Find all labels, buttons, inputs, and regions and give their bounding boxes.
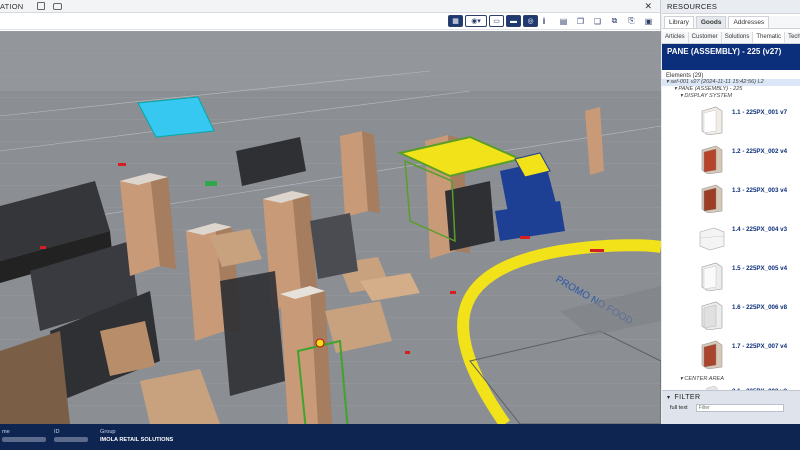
screen-button[interactable]: ▬ xyxy=(506,15,521,27)
list-item[interactable]: 1.5 - 225PX_005 v4 xyxy=(662,256,800,295)
product-name: 1.5 - 225PX_005 v4 xyxy=(732,265,788,272)
subtab-thematic[interactable]: Thematic xyxy=(753,32,786,43)
rectangle-button[interactable]: ▭ xyxy=(489,15,504,27)
subtab-customer[interactable]: Customer xyxy=(689,32,722,43)
tab-library[interactable]: Library xyxy=(664,16,694,28)
element-tree: ▾ sef-001 v27 (2024-11-11 15:42:56) L2 ▾… xyxy=(662,79,800,100)
shelf-thumbnail xyxy=(701,106,723,135)
status-name-label: me xyxy=(2,429,10,435)
product-name: 1.6 - 225PX_006 v8 xyxy=(732,304,788,311)
display-column[interactable] xyxy=(120,173,176,276)
document-icon[interactable] xyxy=(37,2,46,10)
tree-group-label: CENTER AREA xyxy=(684,376,724,382)
shelf-thumbnail xyxy=(701,340,723,369)
viewport-pane: ATION ✕ ▦ ◉▾ ▭ ▬ ◎ i ▤ ❐ ❏ ⧉ ⎘ ▣ PROMO N… xyxy=(0,0,661,424)
tree-node[interactable]: ▾ PANE (ASSEMBLY) - 225 xyxy=(662,86,800,93)
resources-tabs: Library Goods Addresses xyxy=(662,16,800,29)
viewport-titlebar: ATION ✕ xyxy=(0,0,660,13)
shelf-thumbnail xyxy=(701,301,723,330)
goods-sub-tabs: Articles Customer Solutions Thematic Tec… xyxy=(662,32,800,44)
filter-row: full text xyxy=(662,404,800,412)
delete-icon[interactable]: ▣ xyxy=(641,15,656,27)
status-group-label: Group xyxy=(100,429,116,435)
list-item[interactable]: 1.1 - 225PX_001 v7 xyxy=(662,100,800,139)
tree-group-label: DISPLAY SYSTEM xyxy=(684,93,733,99)
display-column[interactable] xyxy=(340,131,380,217)
chevron-down-icon[interactable]: ▾ xyxy=(667,395,670,401)
product-name: 1.3 - 225PX_003 v4 xyxy=(732,187,788,194)
tree-node-label: PANE (ASSEMBLY) - 225 xyxy=(678,86,743,92)
tree-root-label: sef-001 v27 (2024-11-11 15:42:56) L2 xyxy=(670,79,764,85)
resources-title: RESOURCES xyxy=(662,0,800,14)
scene-canvas[interactable]: PROMO NO FOOD xyxy=(0,31,661,424)
elements-count: Elements (29) xyxy=(666,73,704,79)
product-name: 1.2 - 225PX_002 v4 xyxy=(732,148,788,155)
filter-panel: ▾ FILTER full text xyxy=(662,390,800,424)
info-button[interactable]: i xyxy=(540,15,548,27)
tree-group-display-system[interactable]: ▾ DISPLAY SYSTEM xyxy=(662,93,800,100)
redacted-value xyxy=(2,437,46,442)
product-name: 1.1 - 225PX_001 v7 xyxy=(732,109,788,116)
store-3d-scene[interactable]: PROMO NO FOOD xyxy=(0,31,661,424)
tab-addresses[interactable]: Addresses xyxy=(728,16,770,28)
filter-title: FILTER xyxy=(674,394,701,401)
product-name: 1.4 - 225PX_004 v3 xyxy=(732,226,788,233)
status-bar: me ID Group IMOLA RETAIL SOLUTIONS xyxy=(0,424,800,450)
status-id: ID xyxy=(54,429,88,444)
list-item[interactable]: 1.6 - 225PX_006 v8 xyxy=(662,295,800,334)
list-item[interactable]: 1.7 - 225PX_007 v4 xyxy=(662,334,800,373)
duplicate-icon[interactable]: ⧉ xyxy=(607,15,622,27)
close-icon[interactable]: ✕ xyxy=(644,1,652,12)
grid-icon[interactable]: ▤ xyxy=(556,15,571,27)
status-group-value: IMOLA RETAIL SOLUTIONS xyxy=(100,437,174,443)
camera-icon[interactable] xyxy=(53,2,63,10)
assembly-title: PANE (ASSEMBLY) - 225 (v27) xyxy=(662,44,800,70)
filter-input[interactable] xyxy=(695,404,784,412)
filter-header[interactable]: ▾ FILTER xyxy=(662,391,800,404)
app-window: ATION ✕ ▦ ◉▾ ▭ ▬ ◎ i ▤ ❐ ❏ ⧉ ⎘ ▣ PROMO N… xyxy=(0,0,800,450)
status-group: Group IMOLA RETAIL SOLUTIONS xyxy=(100,429,173,443)
list-item[interactable]: 1.2 - 225PX_002 v4 xyxy=(662,139,800,178)
eye-view-button[interactable]: ◉▾ xyxy=(465,15,487,27)
display-column[interactable] xyxy=(280,286,332,424)
subtab-solutions[interactable]: Solutions xyxy=(722,32,754,43)
tab-goods[interactable]: Goods xyxy=(695,16,727,28)
layout-view-button[interactable]: ▦ xyxy=(448,15,463,27)
shelf-thumbnail xyxy=(699,227,725,250)
copy-icon[interactable]: ❐ xyxy=(573,15,588,27)
full-text-label: full text xyxy=(670,405,688,411)
list-item[interactable]: 1.3 - 225PX_003 v4 xyxy=(662,178,800,217)
snapshot-button[interactable]: ◎ xyxy=(523,15,538,27)
subtab-tech[interactable]: Tech xyxy=(785,32,800,43)
shelf-thumbnail xyxy=(701,184,723,213)
status-id-label: ID xyxy=(54,429,60,435)
export-icon[interactable]: ⎘ xyxy=(624,15,639,27)
product-name: 1.7 - 225PX_007 v4 xyxy=(732,343,788,350)
tree-root[interactable]: ▾ sef-001 v27 (2024-11-11 15:42:56) L2 xyxy=(662,79,800,86)
resources-panel: RESOURCES Library Goods Addresses Articl… xyxy=(662,0,800,424)
shelf-thumbnail xyxy=(701,145,723,174)
viewport-toolbar: ▦ ◉▾ ▭ ▬ ◎ i ▤ ❐ ❏ ⧉ ⎘ ▣ xyxy=(0,13,660,30)
tree-group-center-area[interactable]: ▾ CENTER AREA xyxy=(662,376,800,383)
status-name: me xyxy=(2,429,46,444)
window-title: ATION xyxy=(0,1,24,11)
redacted-value xyxy=(54,437,88,442)
product-list: 1.1 - 225PX_001 v7 1.2 - 225PX_002 v4 1.… xyxy=(662,100,800,401)
subtab-articles[interactable]: Articles xyxy=(662,32,689,43)
shelf-thumbnail xyxy=(701,262,723,291)
list-item[interactable]: 1.4 - 225PX_004 v3 xyxy=(662,217,800,256)
paste-icon[interactable]: ❏ xyxy=(590,15,605,27)
